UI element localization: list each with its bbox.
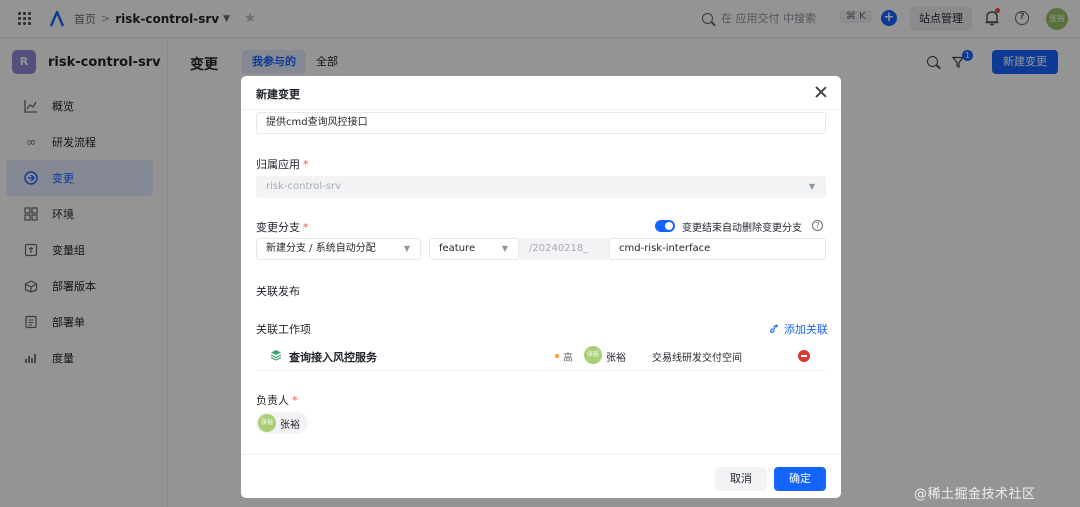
branch-prefix: /20240218_ bbox=[519, 238, 609, 260]
watermark: @稀土掘金技术社区 bbox=[914, 487, 1036, 502]
owner-label: 负责人 * bbox=[256, 394, 298, 407]
add-link-button[interactable]: 添加关联 bbox=[769, 321, 828, 337]
app-select: risk-control-srv ▼ bbox=[256, 176, 826, 198]
help-icon[interactable]: ? bbox=[812, 220, 823, 231]
auto-delete-toggle[interactable] bbox=[655, 220, 675, 232]
cancel-button[interactable]: 取消 bbox=[715, 467, 767, 491]
app-select-value: risk-control-srv bbox=[266, 181, 342, 192]
confirm-button[interactable]: 确定 bbox=[774, 467, 826, 491]
required-mark: * bbox=[292, 394, 298, 407]
priority-label: 高 bbox=[563, 353, 573, 364]
change-name-input[interactable]: 提供cmd查询风控接口 bbox=[256, 112, 826, 134]
branch-mode-select[interactable]: 新建分支 / 系统自动分配 ▼ bbox=[256, 238, 421, 260]
close-icon[interactable] bbox=[813, 84, 829, 100]
release-label: 关联发布 bbox=[256, 285, 300, 298]
owner-chip[interactable]: 张裕 张裕 bbox=[256, 412, 308, 434]
remove-icon[interactable] bbox=[798, 350, 810, 362]
required-mark: * bbox=[303, 221, 309, 234]
work-item-name[interactable]: 查询接入风控服务 bbox=[289, 349, 377, 365]
work-item-space: 交易线研发交付空间 bbox=[652, 353, 742, 364]
work-item-row[interactable]: 查询接入风控服务 高 张裕 张裕 交易线研发交付空间 bbox=[256, 341, 826, 371]
avatar: 张裕 bbox=[258, 414, 276, 432]
required-mark: * bbox=[303, 158, 309, 171]
layers-icon bbox=[270, 350, 282, 361]
link-icon bbox=[770, 324, 778, 333]
branch-type-select[interactable]: feature ▼ bbox=[429, 238, 519, 260]
new-change-dialog: 新建变更 提供cmd查询风控接口 归属应用 * risk-control-srv … bbox=[241, 76, 841, 498]
dialog-header: 新建变更 bbox=[241, 76, 841, 110]
chevron-down-icon: ▼ bbox=[403, 244, 410, 253]
branch-label: 变更分支 * bbox=[256, 221, 309, 234]
avatar: 张裕 bbox=[584, 346, 602, 364]
branch-name-input[interactable]: cmd-risk-interface bbox=[609, 238, 826, 260]
chevron-down-icon: ▼ bbox=[808, 182, 815, 191]
branch-mode-value: 新建分支 / 系统自动分配 bbox=[266, 243, 376, 254]
add-link-label: 添加关联 bbox=[784, 323, 828, 336]
work-item-owner: 张裕 bbox=[606, 353, 626, 364]
auto-delete-label: 变更结束自动删除变更分支 bbox=[682, 223, 802, 234]
branch-type-value: feature bbox=[439, 243, 476, 254]
work-items-label: 关联工作项 bbox=[256, 323, 311, 336]
dialog-title: 新建变更 bbox=[256, 88, 300, 101]
app-label: 归属应用 * bbox=[256, 158, 309, 171]
priority-dot bbox=[555, 354, 559, 358]
chevron-down-icon: ▼ bbox=[501, 244, 508, 253]
owner-name: 张裕 bbox=[280, 419, 300, 431]
dialog-footer: 取消 确定 bbox=[241, 454, 841, 498]
